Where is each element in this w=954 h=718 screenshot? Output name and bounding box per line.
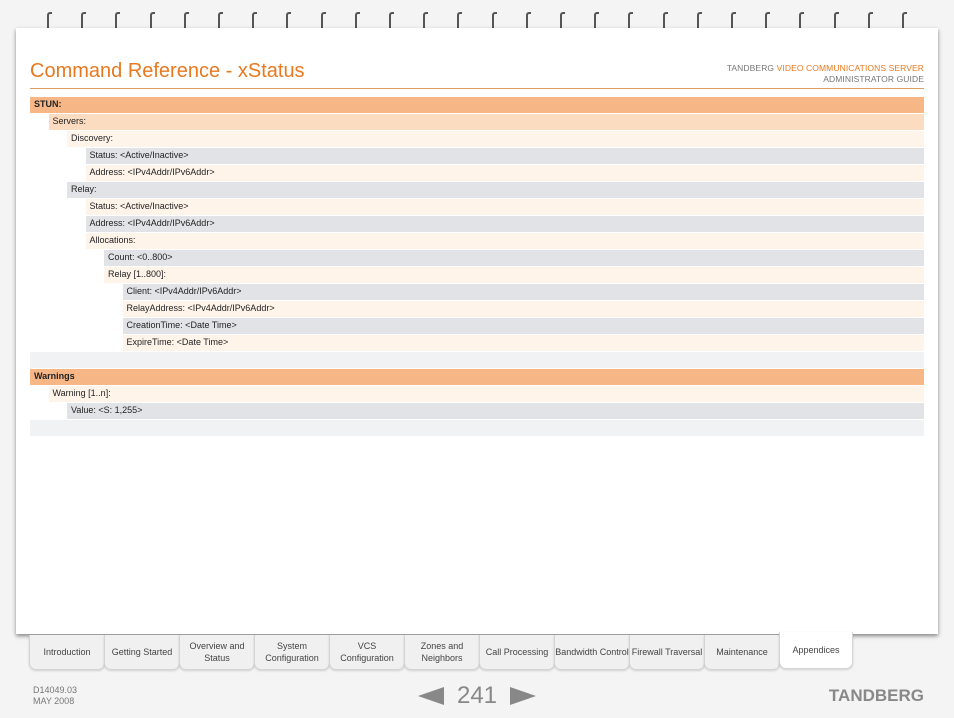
tree-row: Address: <IPv4Addr/IPv6Addr> bbox=[30, 165, 924, 181]
tree-row-background bbox=[67, 131, 924, 147]
tree-row: Address: <IPv4Addr/IPv6Addr> bbox=[30, 216, 924, 232]
doc-id: D14049.03 bbox=[33, 685, 78, 695]
xstatus-tree: STUN: Servers: Discovery: Status: <Active/I… bbox=[30, 97, 924, 437]
tree-row: Status: <Active/Inactive> bbox=[30, 199, 924, 215]
tree-row-label: STUN: bbox=[34, 99, 62, 109]
tab-label: Appendices bbox=[792, 645, 840, 655]
tree-row-background bbox=[30, 420, 924, 436]
tab-firewall-traversal[interactable]: Firewall Traversal bbox=[629, 635, 705, 670]
tab-label: Call Processing bbox=[485, 647, 549, 657]
tab-bandwidth-control[interactable]: Bandwidth Control bbox=[554, 635, 630, 670]
tree-row-label: Address: <IPv4Addr/IPv6Addr> bbox=[89, 167, 215, 177]
tab-appendices[interactable]: Appendices bbox=[779, 632, 853, 669]
tree-row-background bbox=[48, 114, 924, 130]
tree-row-background bbox=[67, 403, 924, 419]
tree-row-label: Client: <IPv4Addr/IPv6Addr> bbox=[126, 286, 242, 296]
tree-row-background bbox=[104, 250, 924, 266]
tab-label: Zones and Neighbors bbox=[420, 641, 464, 663]
tree-row: Status: <Active/Inactive> bbox=[30, 148, 924, 164]
tree-row bbox=[30, 420, 924, 436]
tree-row-background bbox=[122, 284, 924, 300]
tree-row-label: Value: <S: 1,255> bbox=[71, 405, 143, 415]
guide-name: ADMINISTRATOR GUIDE bbox=[823, 74, 924, 84]
tree-row-label: Allocations: bbox=[89, 235, 136, 245]
page-title: Command Reference - xStatus bbox=[30, 60, 305, 82]
tree-row: Warning [1..n]: bbox=[30, 386, 924, 402]
tree-row-label: Relay: bbox=[71, 184, 97, 194]
tree-row-label: Discovery: bbox=[71, 133, 114, 143]
tree-row: ExpireTime: <Date Time> bbox=[30, 335, 924, 351]
tree-row: Count: <0..800> bbox=[30, 250, 924, 266]
doc-date: MAY 2008 bbox=[33, 696, 75, 706]
tree-row: Relay: bbox=[30, 182, 924, 198]
tab-zones-and-neighbors[interactable]: Zones and Neighbors bbox=[404, 635, 480, 670]
tree-row-label: Servers: bbox=[52, 116, 87, 126]
tab-call-processing[interactable]: Call Processing bbox=[479, 635, 555, 670]
tree-row-label: CreationTime: <Date Time> bbox=[126, 320, 237, 330]
tree-row-background bbox=[30, 97, 924, 113]
guide-brand: TANDBERG bbox=[726, 63, 775, 73]
tree-row-background bbox=[67, 182, 924, 198]
page-navigator: 241 bbox=[418, 682, 536, 710]
tree-row-background bbox=[122, 335, 924, 351]
tree-row-background bbox=[85, 199, 924, 215]
tree-row: Relay [1..800]: bbox=[30, 267, 924, 283]
tree-row-background bbox=[85, 233, 924, 249]
tree-row: STUN: bbox=[30, 97, 924, 113]
previous-page-arrow-icon[interactable] bbox=[418, 687, 444, 705]
tree-row-background bbox=[30, 352, 924, 368]
tree-row: CreationTime: <Date Time> bbox=[30, 318, 924, 334]
guide-label: TANDBERG VIDEO COMMUNICATIONS SERVER ADM… bbox=[727, 63, 924, 85]
tree-row-label: Warning [1..n]: bbox=[52, 388, 111, 398]
tree-row-background bbox=[104, 267, 924, 283]
tandberg-logo: TANDBERG bbox=[828, 686, 924, 705]
tree-row: Discovery: bbox=[30, 131, 924, 147]
tab-getting-started[interactable]: Getting Started bbox=[104, 635, 180, 670]
tree-row: Servers: bbox=[30, 114, 924, 130]
tree-row-label: Status: <Active/Inactive> bbox=[89, 150, 189, 160]
tab-label: Maintenance bbox=[716, 647, 768, 657]
tab-label: Getting Started bbox=[111, 647, 173, 657]
tree-row: Client: <IPv4Addr/IPv6Addr> bbox=[30, 284, 924, 300]
tree-row-background bbox=[85, 148, 924, 164]
tree-row bbox=[30, 352, 924, 368]
title-divider bbox=[30, 88, 924, 89]
tab-introduction[interactable]: Introduction bbox=[29, 635, 105, 670]
guide-product: VIDEO COMMUNICATIONS SERVER bbox=[776, 63, 924, 73]
tree-row-label: RelayAddress: <IPv4Addr/IPv6Addr> bbox=[126, 303, 275, 313]
tree-row-background bbox=[48, 386, 924, 402]
tree-row-label: Address: <IPv4Addr/IPv6Addr> bbox=[89, 218, 215, 228]
tab-vcs-configuration[interactable]: VCS Configuration bbox=[329, 635, 405, 670]
document-page: Command Reference - xStatus TANDBERG VID… bbox=[16, 28, 938, 634]
tab-label: System Configuration bbox=[265, 641, 319, 663]
tree-row-label: ExpireTime: <Date Time> bbox=[126, 337, 229, 347]
tree-row-suffix: : bbox=[72, 371, 75, 381]
tree-row-label: Warnings bbox=[34, 371, 75, 381]
tab-label: VCS Configuration bbox=[340, 641, 394, 663]
tree-row: Warnings: bbox=[30, 369, 924, 385]
tab-overview-and-status[interactable]: Overview and Status bbox=[179, 635, 255, 670]
tab-system-configuration[interactable]: System Configuration bbox=[254, 635, 330, 670]
tree-row: Value: <S: 1,255> bbox=[30, 403, 924, 419]
tab-label: Bandwidth Control bbox=[555, 647, 629, 657]
tree-row-background bbox=[122, 318, 924, 334]
tree-row-label: Relay [1..800]: bbox=[108, 269, 167, 279]
page-number: 241 bbox=[456, 682, 498, 709]
tree-row-background bbox=[30, 369, 924, 385]
tab-label: Overview and Status bbox=[189, 641, 245, 663]
tab-maintenance[interactable]: Maintenance bbox=[704, 635, 780, 670]
tree-row-label: Count: <0..800> bbox=[108, 252, 173, 262]
tab-label: Firewall Traversal bbox=[631, 647, 703, 657]
tab-label: Introduction bbox=[43, 647, 91, 657]
next-page-arrow-icon[interactable] bbox=[510, 687, 536, 705]
doc-info: D14049.03 MAY 2008 bbox=[33, 685, 77, 707]
tree-row: Allocations: bbox=[30, 233, 924, 249]
tree-row-label: Status: <Active/Inactive> bbox=[89, 201, 189, 211]
tree-row: RelayAddress: <IPv4Addr/IPv6Addr> bbox=[30, 301, 924, 317]
